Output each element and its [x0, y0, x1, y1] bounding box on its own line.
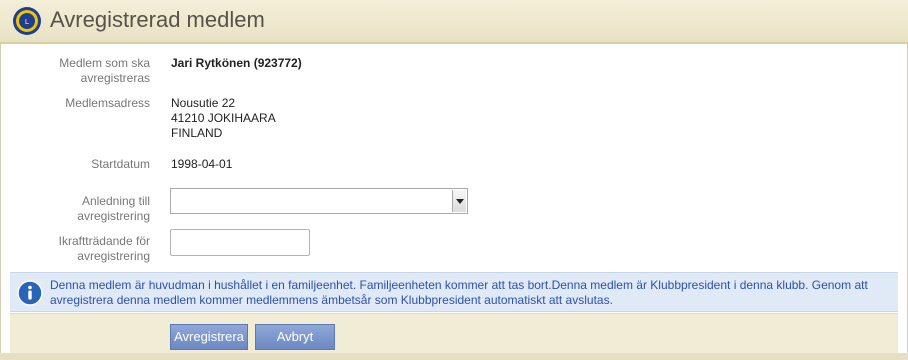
cancel-button[interactable]: Avbryt — [255, 324, 335, 350]
page-title: Avregistrerad medlem — [50, 7, 265, 32]
member-label: Medlem som ska avregistreras — [59, 56, 150, 85]
info-icon — [17, 280, 43, 306]
reason-label: Anledning till avregistrering — [77, 194, 150, 223]
address-line-3: FINLAND — [171, 126, 223, 140]
start-date-value: 1998-04-01 — [171, 157, 233, 171]
bottom-border — [0, 353, 908, 360]
address-label: Medlemsadress — [65, 96, 150, 110]
address-line-1: Nousutie 22 — [171, 96, 236, 110]
button-bar: Avregistrera Avbryt — [10, 313, 898, 353]
info-message-text: Denna medlem är huvudman i hushållet i e… — [50, 278, 868, 307]
deregister-button[interactable]: Avregistrera — [170, 324, 248, 350]
lions-logo-icon: L — [13, 7, 41, 35]
reason-select[interactable] — [170, 188, 468, 214]
chevron-down-icon[interactable] — [452, 190, 466, 212]
member-value: Jari Rytkönen (923772) — [171, 56, 302, 70]
effective-date-input[interactable] — [170, 229, 310, 256]
address-line-2: 41210 JOKIHAARA — [171, 111, 276, 125]
page-header: L Avregistrerad medlem — [0, 0, 908, 44]
effective-date-label: Ikraftträdande för avregistrering — [58, 234, 150, 263]
info-message-box: Denna medlem är huvudman i hushållet i e… — [10, 272, 898, 312]
start-date-label: Startdatum — [91, 157, 150, 171]
svg-text:L: L — [25, 19, 30, 26]
